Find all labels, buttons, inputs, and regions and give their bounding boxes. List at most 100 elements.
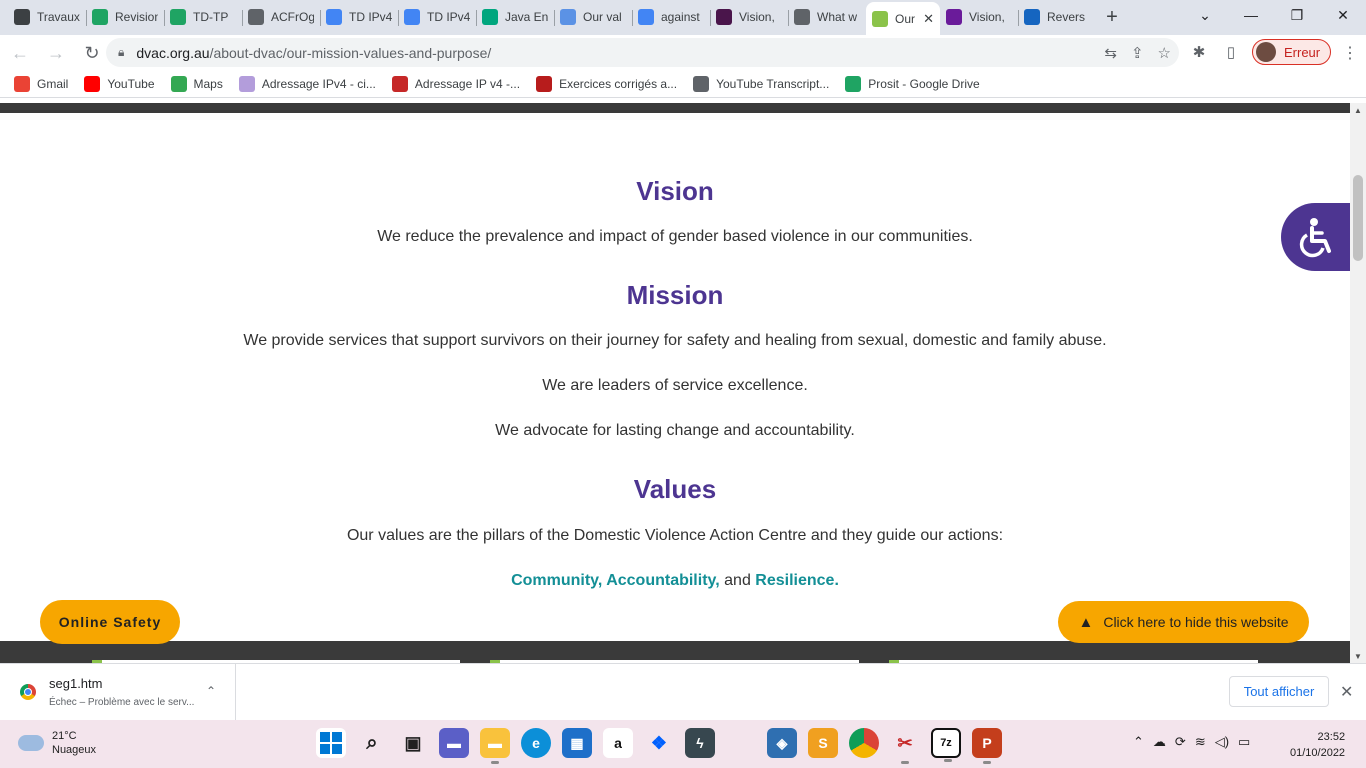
browser-tab[interactable]: TD-TP <box>164 2 242 32</box>
puzzle-icon <box>238 76 255 92</box>
sync-icon[interactable]: ⟳ <box>1175 734 1186 750</box>
address-bar[interactable]: 🔒︎ dvac.org.au /about-dvac/our-mission-v… <box>106 38 1179 67</box>
globe-icon <box>248 9 264 25</box>
weather-condition: Nuageux <box>52 744 97 756</box>
onedrive-icon[interactable]: ☁ <box>1153 734 1166 750</box>
file-explorer-icon[interactable]: ▬ <box>480 728 510 764</box>
browser-tab[interactable]: TD IPv4 <box>320 2 398 32</box>
task-view-icon[interactable]: ▣ <box>398 728 428 758</box>
slack-icon <box>716 9 732 25</box>
volume-icon[interactable]: ◁) <box>1215 734 1229 750</box>
edge-icon[interactable]: e <box>521 728 551 758</box>
bookmark-item[interactable]: Adressage IPv4 - ci... <box>238 76 376 92</box>
reload-button[interactable]: ↻ <box>76 37 108 69</box>
browser-tab[interactable]: Our ✕ <box>866 2 940 35</box>
google-icon <box>638 9 654 25</box>
virtualbox-icon[interactable]: ◈ <box>767 728 797 758</box>
accessibility-button[interactable] <box>1281 203 1350 271</box>
profile-status: Erreur <box>1284 44 1321 60</box>
extensions-icon[interactable]: ✱ <box>1188 41 1210 63</box>
wifi-icon[interactable]: ≋ <box>1195 734 1206 750</box>
browser-tab[interactable]: TD IPv4 <box>398 2 476 32</box>
snipping-tool-icon[interactable]: ✂ <box>890 728 920 764</box>
battery-icon[interactable]: ▭ <box>1238 734 1250 750</box>
search-icon[interactable]: ⌕ <box>357 728 387 758</box>
forward-button[interactable]: → <box>40 37 72 69</box>
bookmark-item[interactable]: Gmail <box>14 76 68 92</box>
weather-widget[interactable]: 21°C Nuageux <box>18 729 96 757</box>
value-resilience: Resilience. <box>755 572 839 589</box>
share-icon[interactable]: ⇪ <box>1131 44 1144 62</box>
chevron-up-icon[interactable]: ⌃ <box>206 684 216 698</box>
restore-icon[interactable]: ❐ <box>1274 0 1320 30</box>
minimize-icon[interactable]: — <box>1228 0 1274 30</box>
mission-text-3: We advocate for lasting change and accou… <box>495 422 855 439</box>
tab-title: Revision <box>115 10 158 24</box>
terminal-icon[interactable]: ϟ <box>685 728 715 758</box>
tab-title: TD IPv4 <box>427 10 470 24</box>
bookmark-item[interactable]: YouTube Transcript... <box>693 76 829 92</box>
drive-icon <box>170 9 186 25</box>
web-page: Vision We reduce the prevalence and impa… <box>0 103 1350 663</box>
amazon-icon[interactable]: a <box>603 728 633 758</box>
browser-tab[interactable]: Travaux <box>8 2 86 32</box>
chrome-taskbar-icon[interactable] <box>849 728 879 758</box>
tab-title: Java En <box>505 10 548 24</box>
tab-title: TD-TP <box>193 10 229 24</box>
browser-tab[interactable]: against <box>632 2 710 32</box>
side-panel-icon[interactable]: ▯ <box>1220 41 1242 63</box>
scroll-up-icon[interactable]: ▲ <box>1350 103 1366 117</box>
7zip-icon[interactable]: 7z <box>931 728 961 762</box>
back-button[interactable]: ← <box>4 37 36 69</box>
tab-strip: Travaux Revision TD-TP ACFrOg TD IPv4 TD IPv4… <box>0 0 1366 35</box>
tab-search-icon[interactable]: ⌄ <box>1182 0 1228 30</box>
download-item[interactable]: seg1.htm Échec – Problème avec le serv..… <box>0 664 236 720</box>
taskbar-apps: ⌕ ▣ ▬ ▬ e ▦ a ❖ ϟ ◈ S ✂ 7z P <box>316 728 1002 764</box>
browser-tab[interactable]: Revers <box>1018 2 1096 32</box>
translate-icon[interactable]: ⇆ <box>1104 44 1117 62</box>
powerpoint-icon[interactable]: P <box>972 728 1002 764</box>
scroll-thumb[interactable] <box>1353 175 1363 261</box>
new-tab-button[interactable]: + <box>1096 2 1128 32</box>
values-list: Community, Accountability, and Resilienc… <box>0 572 1350 590</box>
browser-tab[interactable]: Our val <box>554 2 632 32</box>
browser-tab[interactable]: Revision <box>86 2 164 32</box>
vision-heading: Vision <box>636 176 714 206</box>
bookmark-item[interactable]: YouTube <box>84 76 155 92</box>
date: 01/10/2022 <box>1290 747 1346 759</box>
bookmark-star-icon[interactable]: ☆ <box>1158 44 1171 62</box>
browser-tab[interactable]: ACFrOg <box>242 2 320 32</box>
browser-tab[interactable]: Vision, <box>940 2 1018 32</box>
hide-website-button[interactable]: ▲ Click here to hide this website <box>1058 601 1309 643</box>
bookmark-label: Gmail <box>37 77 69 91</box>
cloud-icon <box>18 735 44 751</box>
close-tab-icon[interactable]: ✕ <box>919 11 934 27</box>
page-scrollbar[interactable]: ▲ ▼ <box>1350 103 1366 663</box>
values-intro: Our values are the pillars of the Domest… <box>346 527 1004 544</box>
sublime-icon[interactable]: S <box>808 728 838 758</box>
scroll-down-icon[interactable]: ▼ <box>1350 649 1366 663</box>
bookmark-item[interactable]: Maps <box>170 76 223 92</box>
dvac-icon <box>872 10 888 27</box>
close-window-icon[interactable]: ✕ <box>1320 0 1366 30</box>
store-icon[interactable]: ▦ <box>562 728 592 758</box>
bookmark-item[interactable]: Adressage IP v4 -... <box>391 76 520 92</box>
browser-tab[interactable]: What w <box>788 2 866 32</box>
chat-icon[interactable]: ▬ <box>439 728 469 758</box>
menu-icon[interactable]: ⋮ <box>1342 43 1358 63</box>
mission-heading: Mission <box>626 280 724 310</box>
close-icon[interactable]: ✕ <box>1340 682 1353 702</box>
show-all-button[interactable]: Tout afficher <box>1229 676 1329 707</box>
start-icon[interactable] <box>316 728 346 758</box>
lock-icon[interactable]: 🔒︎ <box>118 45 124 60</box>
bookmark-item[interactable]: Exercices corrigés a... <box>536 76 677 92</box>
chevron-up-icon[interactable]: ⌃ <box>1133 734 1144 750</box>
online-safety-button[interactable]: Online Safety <box>40 600 180 644</box>
bookmark-item[interactable]: Prosit - Google Drive <box>845 76 980 92</box>
at-icon <box>391 76 408 92</box>
dropbox-icon[interactable]: ❖ <box>644 728 674 758</box>
browser-tab[interactable]: Vision, <box>710 2 788 32</box>
clock[interactable]: 23:52 01/10/2022 <box>1290 729 1345 761</box>
browser-tab[interactable]: Java En <box>476 2 554 32</box>
profile-button[interactable]: Erreur <box>1252 39 1332 65</box>
